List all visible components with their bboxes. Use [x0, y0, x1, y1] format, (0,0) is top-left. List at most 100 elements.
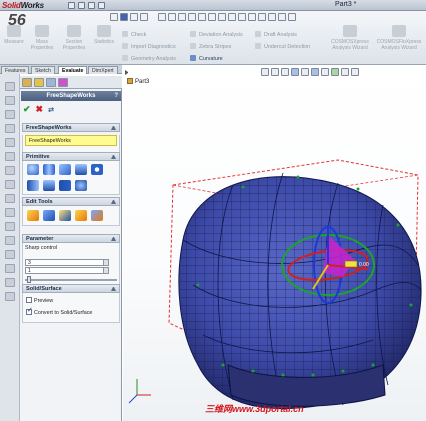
deform-tool-icon[interactable]	[75, 210, 87, 221]
spin-arrows-icon[interactable]	[103, 260, 108, 265]
pushpin-icon[interactable]: ⇄	[48, 106, 54, 116]
tool-strip-icon[interactable]	[5, 250, 15, 259]
camera-icon[interactable]	[278, 13, 286, 21]
torus-icon[interactable]	[91, 164, 103, 175]
primitive-group-header[interactable]: Primitive	[22, 152, 120, 161]
configuration-tab[interactable]	[46, 78, 56, 87]
parameter-group-header[interactable]: Parameter	[22, 234, 120, 243]
tool-strip-icon[interactable]	[5, 222, 15, 231]
convert-checkbox[interactable]: Convert to Solid/Surface	[26, 307, 92, 317]
property-manager-tab[interactable]	[34, 78, 44, 87]
collapse-icon[interactable]	[111, 126, 116, 130]
undercut-detection-button[interactable]: Undercut Detection	[255, 43, 310, 50]
pan-icon[interactable]	[198, 13, 206, 21]
cosmosfloxpress-button[interactable]: COSMOSFloXpress Analysis Wizard	[375, 25, 423, 51]
collapse-icon[interactable]	[111, 200, 116, 204]
save-icon[interactable]	[88, 2, 95, 9]
preview-checkbox[interactable]: Preview	[26, 297, 53, 305]
zebra-stripes-button[interactable]: Zebra Stripes	[190, 43, 231, 50]
tab-features[interactable]: Features	[1, 66, 30, 74]
tab-dimxpert[interactable]: DimXpert	[88, 66, 118, 74]
ellipsoid-icon[interactable]	[75, 180, 87, 191]
tab-evaluate[interactable]: Evaluate	[58, 66, 88, 74]
tool-strip-icon[interactable]	[5, 124, 15, 133]
tool-strip-icon[interactable]	[5, 292, 15, 301]
scale-tool-icon[interactable]	[43, 210, 55, 221]
tool-strip-icon[interactable]	[5, 236, 15, 245]
help-icon[interactable]: ?	[114, 91, 118, 101]
cylinder-icon[interactable]	[43, 164, 55, 175]
sharp-control-input[interactable]: 3	[25, 259, 109, 266]
cone-icon[interactable]	[75, 164, 87, 175]
statistics-button[interactable]: Statistics	[92, 25, 116, 45]
tab-sketch[interactable]: Sketch	[31, 66, 55, 74]
freeshape-tab[interactable]	[58, 78, 68, 87]
render-icon[interactable]	[258, 13, 266, 21]
spin-arrows-icon[interactable]	[103, 268, 108, 273]
hide-show-icon[interactable]	[228, 13, 236, 21]
scene-icon[interactable]	[248, 13, 256, 21]
edit-tools-group-header[interactable]: Edit Tools	[22, 197, 120, 206]
freeshape-selection-item[interactable]: FreeShapeWorks	[25, 135, 117, 146]
undo-icon[interactable]	[110, 13, 118, 21]
sphere-icon[interactable]	[27, 164, 39, 175]
rotate-tool-icon[interactable]	[59, 210, 71, 221]
smooth-tool-icon[interactable]	[91, 210, 103, 221]
sharp-control-slider[interactable]	[25, 279, 117, 281]
rotate-icon[interactable]	[188, 13, 196, 21]
cosmosxpress-button[interactable]: COSMOSXpress Analysis Wizard	[330, 25, 370, 51]
draft-analysis-button[interactable]: Draft Analysis	[255, 31, 297, 38]
feature-tree-tab[interactable]	[22, 78, 32, 87]
solid-surface-group-header[interactable]: Solid/Surface	[22, 284, 120, 293]
prism-icon[interactable]	[59, 180, 71, 191]
light-icon[interactable]	[268, 13, 276, 21]
mass-properties-button[interactable]: Mass Properties	[30, 25, 54, 51]
convert-checkbox-box[interactable]	[26, 307, 33, 315]
tool-strip-icon[interactable]	[5, 264, 15, 273]
freeshape-mesh-body[interactable]	[178, 172, 422, 411]
secondary-control-input[interactable]: 1	[25, 267, 109, 274]
curvature-button[interactable]: Curvature	[190, 55, 223, 62]
graphics-viewport[interactable]: Part3 0.00	[123, 65, 426, 421]
tool-strip-icon[interactable]	[5, 152, 15, 161]
tool-strip-icon[interactable]	[5, 180, 15, 189]
section-properties-button[interactable]: Section Properties	[62, 25, 86, 51]
collapse-icon[interactable]	[111, 287, 116, 291]
misc-icon[interactable]	[288, 13, 296, 21]
rebuild-icon[interactable]	[130, 13, 138, 21]
tool-strip-icon[interactable]	[5, 278, 15, 287]
section-view-icon[interactable]	[208, 13, 216, 21]
ok-icon[interactable]: ✔	[23, 104, 31, 114]
move-tool-icon[interactable]	[27, 210, 39, 221]
zoom-area-icon[interactable]	[178, 13, 186, 21]
zoom-fit-icon[interactable]	[168, 13, 176, 21]
options-icon[interactable]	[140, 13, 148, 21]
new-icon[interactable]	[68, 2, 75, 9]
slider-thumb[interactable]	[27, 276, 31, 283]
select-icon[interactable]	[120, 13, 128, 21]
open-icon[interactable]	[78, 2, 85, 9]
preview-checkbox-box[interactable]	[26, 297, 32, 303]
collapse-icon[interactable]	[111, 237, 116, 241]
deviation-analysis-button[interactable]: Deviation Analysis	[190, 31, 243, 38]
check-button[interactable]: Check	[122, 31, 146, 38]
freeshape-group-header[interactable]: FreeShapeWorks	[22, 123, 120, 132]
collapse-icon[interactable]	[111, 155, 116, 159]
tool-strip-icon[interactable]	[5, 138, 15, 147]
cancel-icon[interactable]: ✖	[36, 104, 44, 114]
pyramid-icon[interactable]	[43, 180, 55, 191]
model-graphics[interactable]: 0.00	[123, 65, 426, 421]
print-icon[interactable]	[98, 2, 105, 9]
import-diagnostics-button[interactable]: Import Diagnostics	[122, 43, 176, 50]
tool-strip-icon[interactable]	[5, 82, 15, 91]
view-orient-icon[interactable]	[158, 13, 166, 21]
box-icon[interactable]	[59, 164, 71, 175]
geometry-analysis-button[interactable]: Geometry Analysis	[122, 55, 176, 62]
tool-strip-icon[interactable]	[5, 194, 15, 203]
tool-strip-icon[interactable]	[5, 96, 15, 105]
tool-strip-icon[interactable]	[5, 166, 15, 175]
display-style-icon[interactable]	[218, 13, 226, 21]
wedge-icon[interactable]	[27, 180, 39, 191]
tool-strip-icon[interactable]	[5, 208, 15, 217]
appearance-icon[interactable]	[238, 13, 246, 21]
